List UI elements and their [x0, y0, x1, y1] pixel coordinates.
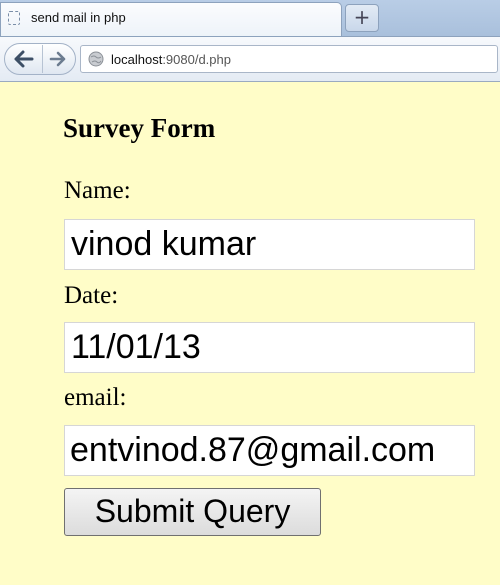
- url-host: localhost: [111, 52, 163, 67]
- url-text: localhost:9080/d.php: [111, 52, 231, 67]
- nav-buttons: [4, 43, 76, 75]
- tab-title: send mail in php: [31, 10, 126, 25]
- date-field[interactable]: 11/01/13: [64, 322, 475, 373]
- page-title: Survey Form: [63, 113, 216, 143]
- browser-tab[interactable]: send mail in php: [0, 2, 342, 36]
- url-path: :9080/d.php: [162, 52, 231, 67]
- name-field[interactable]: vinod kumar: [64, 219, 475, 270]
- email-label: email:: [64, 384, 127, 411]
- email-field[interactable]: entvinod.87@gmail.com: [64, 425, 475, 476]
- new-tab-button[interactable]: +: [345, 4, 379, 32]
- address-bar[interactable]: localhost:9080/d.php: [80, 45, 498, 73]
- page-favicon-icon: [8, 11, 20, 25]
- navigation-bar: localhost:9080/d.php: [0, 36, 500, 82]
- tab-strip: send mail in php +: [0, 0, 500, 36]
- back-arrow-icon: [14, 50, 34, 68]
- date-label: Date:: [64, 282, 119, 309]
- name-label: Name:: [64, 177, 131, 204]
- forward-arrow-icon: [49, 51, 66, 67]
- forward-button[interactable]: [43, 45, 73, 73]
- submit-query-button[interactable]: Submit Query: [64, 488, 321, 536]
- globe-icon: [88, 51, 104, 67]
- back-button[interactable]: [6, 45, 43, 73]
